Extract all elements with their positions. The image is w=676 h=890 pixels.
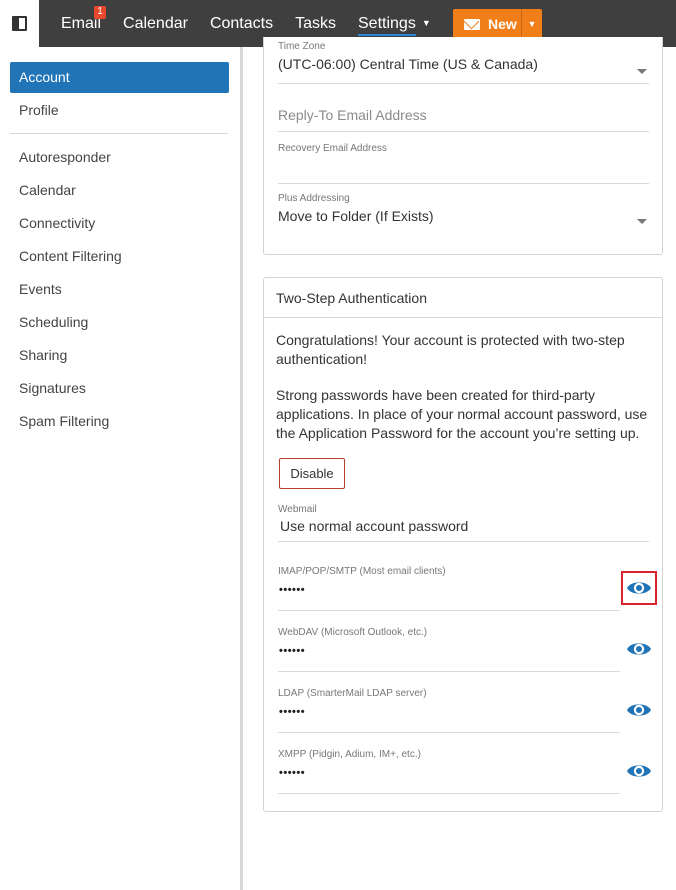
recovery-underline xyxy=(278,183,649,184)
nav-contacts-label: Contacts xyxy=(209,15,274,32)
nav-tasks-label: Tasks xyxy=(295,15,336,32)
webdav-underline xyxy=(278,671,620,672)
account-settings-card: Time Zone (UTC-06:00) Central Time (US &… xyxy=(263,37,663,255)
eye-icon xyxy=(627,765,651,777)
xmpp-password-label: XMPP (Pidgin, Adium, IM+, etc.) xyxy=(278,749,421,760)
xmpp-password-value[interactable]: •••••• xyxy=(279,767,305,779)
nav-email[interactable]: Email 1 xyxy=(61,0,107,47)
webmail-password-field: Webmail Use normal account password xyxy=(278,504,649,542)
webmail-underline xyxy=(278,541,649,542)
sidebar-item-connectivity[interactable]: Connectivity xyxy=(10,208,229,239)
settings-content: Time Zone (UTC-06:00) Central Time (US &… xyxy=(246,37,676,890)
reply-to-underline xyxy=(278,131,649,132)
disable-two-step-button[interactable]: Disable xyxy=(279,458,345,489)
new-button: New ▼ xyxy=(453,9,542,39)
eye-icon xyxy=(627,704,651,716)
plus-addressing-label: Plus Addressing xyxy=(278,193,350,204)
imap-password-label: IMAP/POP/SMTP (Most email clients) xyxy=(278,566,446,577)
imap-show-password-button[interactable] xyxy=(621,571,657,605)
sidebar-toggle-button[interactable] xyxy=(0,0,39,47)
sidebar-item-events[interactable]: Events xyxy=(10,274,229,305)
chevron-down-icon: ▼ xyxy=(527,19,537,29)
envelope-icon xyxy=(464,18,480,30)
chevron-down-icon: ▼ xyxy=(421,18,431,29)
reply-to-email-input[interactable]: Reply-To Email Address xyxy=(278,107,649,132)
webdav-password-row: WebDAV (Microsoft Outlook, etc.) •••••• xyxy=(278,627,663,682)
new-dropdown-button[interactable]: ▼ xyxy=(522,9,542,39)
reply-to-placeholder: Reply-To Email Address xyxy=(278,107,427,123)
two-step-auth-title: Two-Step Authentication xyxy=(264,278,662,318)
webdav-password-value[interactable]: •••••• xyxy=(279,645,305,657)
sidebar-item-profile[interactable]: Profile xyxy=(10,95,229,126)
eye-icon xyxy=(627,643,651,655)
eye-icon xyxy=(627,582,651,594)
sidebar-item-autoresponder[interactable]: Autoresponder xyxy=(10,142,229,173)
chevron-down-icon xyxy=(637,219,647,224)
sidebar-item-scheduling[interactable]: Scheduling xyxy=(10,307,229,338)
two-step-auth-card: Two-Step Authentication Congratulations!… xyxy=(263,277,663,812)
plus-addressing-select[interactable]: Plus Addressing Move to Folder (If Exist… xyxy=(278,193,649,233)
recovery-email-label: Recovery Email Address xyxy=(278,143,387,154)
xmpp-underline xyxy=(278,793,620,794)
sidebar-item-content-filtering[interactable]: Content Filtering xyxy=(10,241,229,272)
imap-password-value[interactable]: •••••• xyxy=(279,584,305,596)
imap-underline xyxy=(278,610,620,611)
two-step-info-text: Strong passwords have been created for t… xyxy=(276,387,648,441)
ldap-show-password-button[interactable] xyxy=(621,693,657,727)
sidebar-toggle-icon xyxy=(12,16,27,31)
timezone-underline xyxy=(278,83,649,84)
recovery-email-input[interactable]: Recovery Email Address xyxy=(278,143,649,184)
email-unread-badge: 1 xyxy=(94,6,107,19)
webdav-show-password-button[interactable] xyxy=(621,632,657,666)
nav-settings-label: Settings xyxy=(358,14,416,36)
two-step-congrats-text: Congratulations! Your account is protect… xyxy=(276,332,625,367)
nav-calendar[interactable]: Calendar xyxy=(123,0,188,47)
sidebar-divider xyxy=(10,133,228,134)
timezone-select[interactable]: Time Zone (UTC-06:00) Central Time (US &… xyxy=(278,41,649,84)
ldap-underline xyxy=(278,732,620,733)
new-item-button[interactable]: New xyxy=(453,9,521,39)
sidebar-item-account[interactable]: Account xyxy=(10,62,229,93)
chevron-down-icon xyxy=(637,69,647,74)
sidebar-item-calendar[interactable]: Calendar xyxy=(10,175,229,206)
plus-addressing-value: Move to Folder (If Exists) xyxy=(278,208,434,224)
imap-password-row: IMAP/POP/SMTP (Most email clients) •••••… xyxy=(278,566,663,621)
nav-calendar-label: Calendar xyxy=(123,15,188,32)
xmpp-password-row: XMPP (Pidgin, Adium, IM+, etc.) •••••• xyxy=(278,749,663,804)
timezone-value: (UTC-06:00) Central Time (US & Canada) xyxy=(278,56,538,72)
ldap-password-label: LDAP (SmarterMail LDAP server) xyxy=(278,688,427,699)
sidebar-item-spam-filtering[interactable]: Spam Filtering xyxy=(10,406,229,437)
ldap-password-value[interactable]: •••••• xyxy=(279,706,305,718)
webdav-password-label: WebDAV (Microsoft Outlook, etc.) xyxy=(278,627,428,638)
settings-sidebar: Account Profile Autoresponder Calendar C… xyxy=(0,47,243,890)
sidebar-item-sharing[interactable]: Sharing xyxy=(10,340,229,371)
webmail-label: Webmail xyxy=(278,504,317,515)
ldap-password-row: LDAP (SmarterMail LDAP server) •••••• xyxy=(278,688,663,743)
timezone-label: Time Zone xyxy=(278,41,326,52)
new-button-label: New xyxy=(488,16,517,32)
xmpp-show-password-button[interactable] xyxy=(621,754,657,788)
sidebar-item-signatures[interactable]: Signatures xyxy=(10,373,229,404)
webmail-value: Use normal account password xyxy=(280,518,469,534)
